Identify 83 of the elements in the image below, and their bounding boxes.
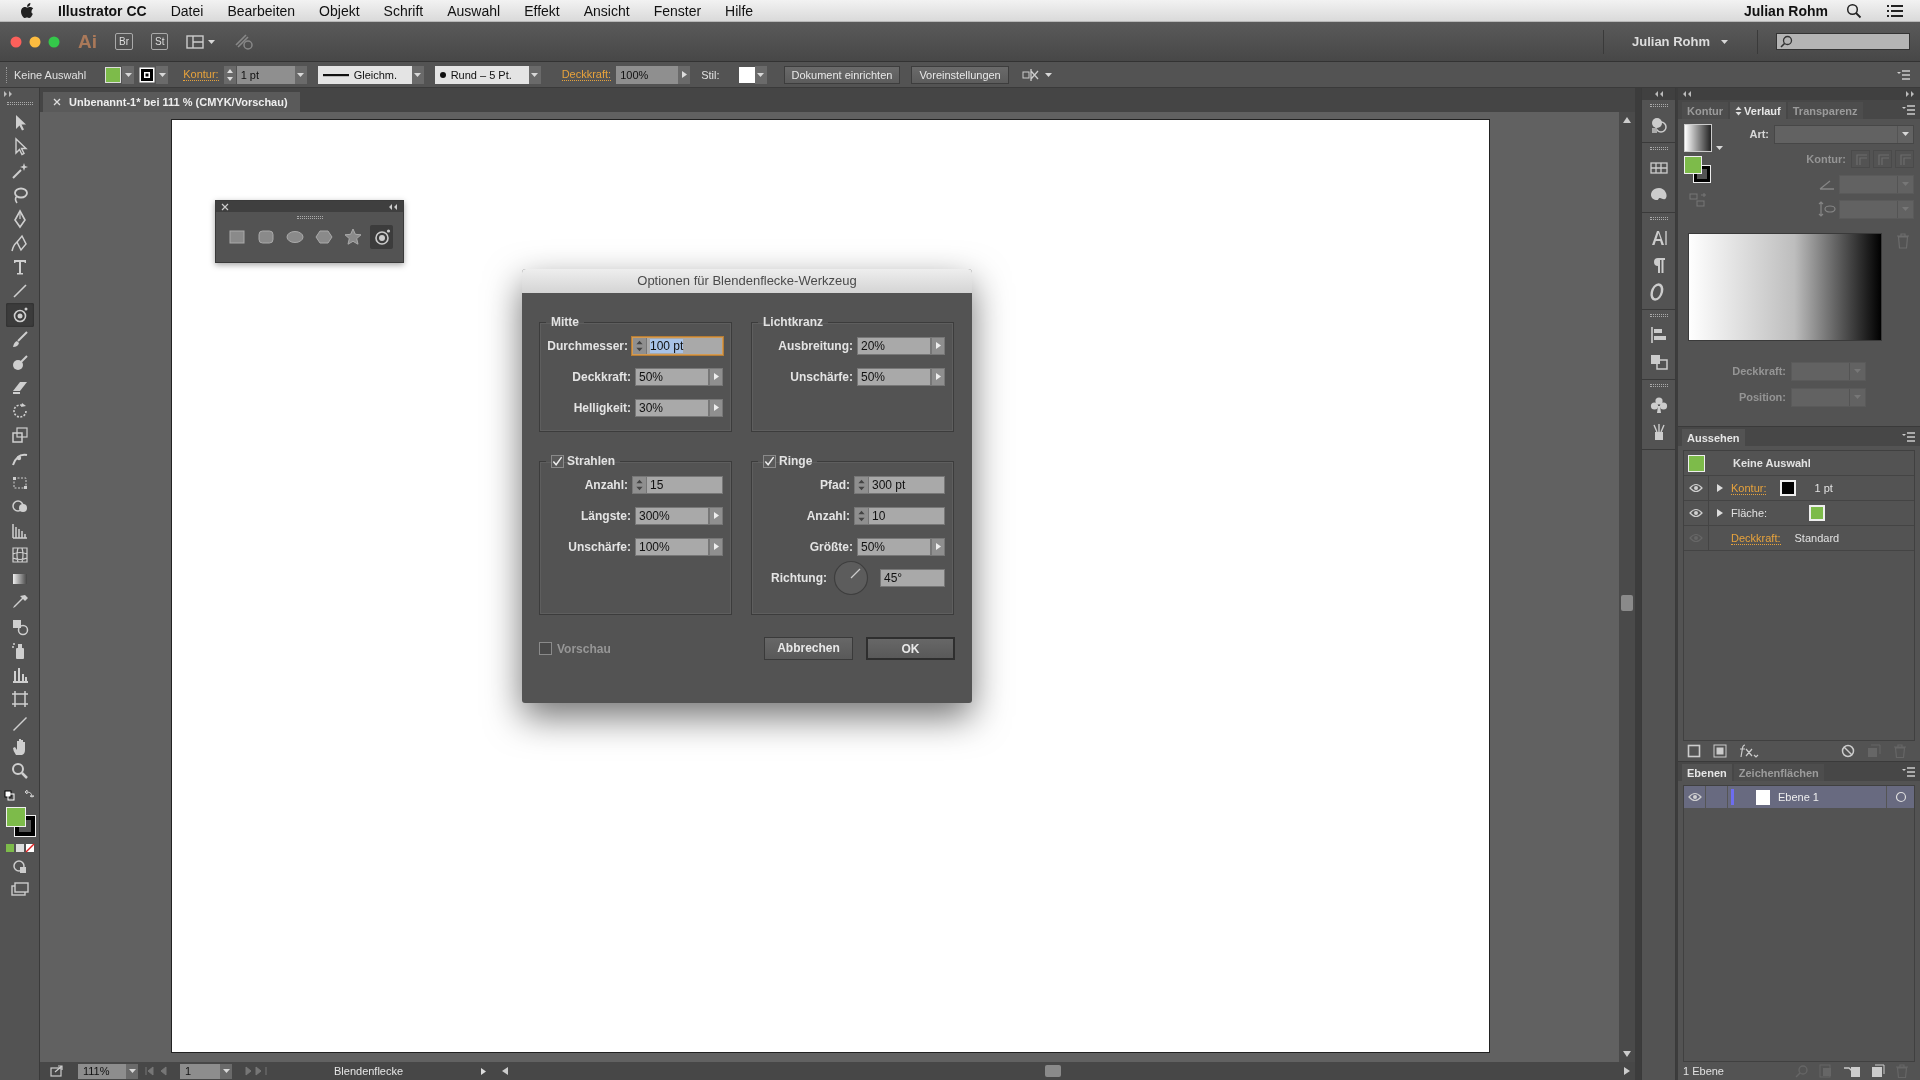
field-label: Deckkraft:	[1732, 365, 1786, 377]
menu-item[interactable]: Hilfe	[725, 2, 754, 19]
field-label: Durchmesser:	[547, 338, 628, 353]
dialog-button[interactable]: Abbrechen	[764, 637, 853, 660]
percent-field[interactable]: 20%	[857, 336, 931, 355]
number-field[interactable]: 15	[632, 475, 723, 494]
toolbar-button[interactable]: Dokument einrichten	[783, 65, 901, 84]
group-title: Ringe	[779, 454, 813, 468]
number-field[interactable]: 300 pt	[854, 475, 945, 494]
checkbox-label: Vorschau	[557, 641, 611, 656]
menu-item[interactable]: Ansicht	[583, 2, 630, 19]
style-label: Stil:	[701, 68, 720, 81]
artboard-field[interactable]: 1	[180, 1063, 220, 1079]
app-logo: Ai	[78, 30, 97, 53]
field-label: Pfad:	[820, 477, 850, 492]
workspace-switcher[interactable]: Julian Rohm	[1622, 34, 1739, 49]
field-label: Unschärfe:	[568, 539, 631, 554]
document-tab[interactable]: Unbenannt-1* bei 111 % (CMYK/Vorschau)	[43, 92, 300, 112]
field-label: Größte:	[809, 539, 853, 554]
number-field[interactable]: 10	[854, 506, 945, 525]
attribute-value: Standard	[1794, 532, 1840, 544]
user-name[interactable]: Julian Rohm	[1744, 2, 1828, 19]
field-label: Helligkeit:	[573, 400, 631, 415]
group-title: Mitte	[551, 315, 579, 329]
app-button[interactable]: Br	[115, 33, 133, 50]
dialog-button[interactable]: OK	[866, 637, 955, 660]
zoom-field[interactable]: 111%	[78, 1063, 126, 1079]
menu-item[interactable]: Auswahl	[447, 2, 501, 19]
field-label: Richtung:	[771, 570, 827, 585]
menu-item[interactable]: Effekt	[524, 2, 560, 19]
app-button[interactable]: St	[151, 33, 169, 50]
field-label: Deckkraft:	[572, 369, 631, 384]
percent-field[interactable]: 300%	[635, 506, 709, 525]
percent-field[interactable]: 50%	[857, 367, 931, 386]
layer-count: 1 Ebene	[1683, 1065, 1724, 1077]
document-title: Unbenannt-1* bei 111 % (CMYK/Vorschau)	[69, 96, 288, 108]
field-label: Kontur:	[1806, 153, 1846, 165]
profile-name: Gleichm.	[353, 68, 398, 81]
field-label: Längste:	[581, 508, 631, 523]
field-label: Anzahl:	[584, 477, 628, 492]
percent-field[interactable]: 50%	[857, 537, 931, 556]
stroke-profile-dropdown[interactable]: Gleichm.	[317, 65, 412, 84]
group-title: Strahlen	[567, 454, 615, 468]
appearance-row[interactable]: Kontur: 1 pt	[1684, 476, 1914, 501]
field-label: Anzahl:	[806, 508, 850, 523]
group-title: Lichtkranz	[763, 315, 823, 329]
weight-field[interactable]: 1 pt	[236, 65, 295, 84]
current-tool-label: Blendenflecke	[334, 1065, 405, 1077]
app-name[interactable]: Illustrator CC	[58, 2, 147, 19]
menu-item[interactable]: Fenster	[653, 2, 702, 19]
dialog-title: Optionen für Blendenflecke-Werkzeug	[522, 269, 972, 293]
field-label: Unschärfe:	[790, 369, 853, 384]
brush-dropdown[interactable]: Rund – 5 Pt.	[434, 65, 529, 84]
appearance-row[interactable]: Fläche:	[1684, 501, 1914, 526]
field-label: Art:	[1749, 128, 1769, 140]
menu-item[interactable]: Schrift	[383, 2, 424, 19]
number-field[interactable]: 100 pt	[632, 336, 723, 355]
layer-name: Ebene 1	[1778, 791, 1819, 803]
panel-tab[interactable]: Aussehen	[1682, 429, 1745, 446]
percent-field[interactable]: 30%	[635, 398, 709, 417]
appearance-row[interactable]: Deckkraft: Standard	[1684, 526, 1914, 551]
attribute-link[interactable]: Deckkraft:	[1731, 531, 1781, 545]
toolbar-button[interactable]: Voreinstellungen	[911, 65, 1009, 84]
panel-tab[interactable]: Verlauf	[1730, 102, 1786, 119]
field-label: Ausbreitung:	[778, 338, 853, 353]
menu-item[interactable]: Objekt	[319, 2, 360, 19]
field-label: Position:	[1738, 391, 1786, 403]
attribute-label: Fläche:	[1731, 507, 1769, 519]
opacity-field[interactable]: 100%	[616, 65, 679, 84]
percent-field[interactable]: 50%	[635, 367, 709, 386]
menu-item[interactable]: Datei	[170, 2, 204, 19]
panel-tab[interactable]: Ebenen	[1682, 764, 1732, 781]
attribute-value: 1 pt	[1814, 482, 1833, 494]
percent-field[interactable]: 100%	[635, 537, 709, 556]
stroke-link[interactable]: Kontur:	[183, 68, 219, 81]
layer-row[interactable]: Ebene 1	[1684, 786, 1914, 808]
opacity-link[interactable]: Deckkraft:	[561, 68, 612, 81]
brush-name: Rund – 5 Pt.	[450, 68, 512, 81]
attribute-link[interactable]: Kontur:	[1731, 481, 1767, 495]
selection-status: Keine Auswahl	[1733, 457, 1811, 469]
angle-field[interactable]: 45°	[880, 568, 945, 587]
menu-item[interactable]: Bearbeiten	[227, 2, 296, 19]
selection-status: Keine Auswahl	[14, 68, 87, 81]
